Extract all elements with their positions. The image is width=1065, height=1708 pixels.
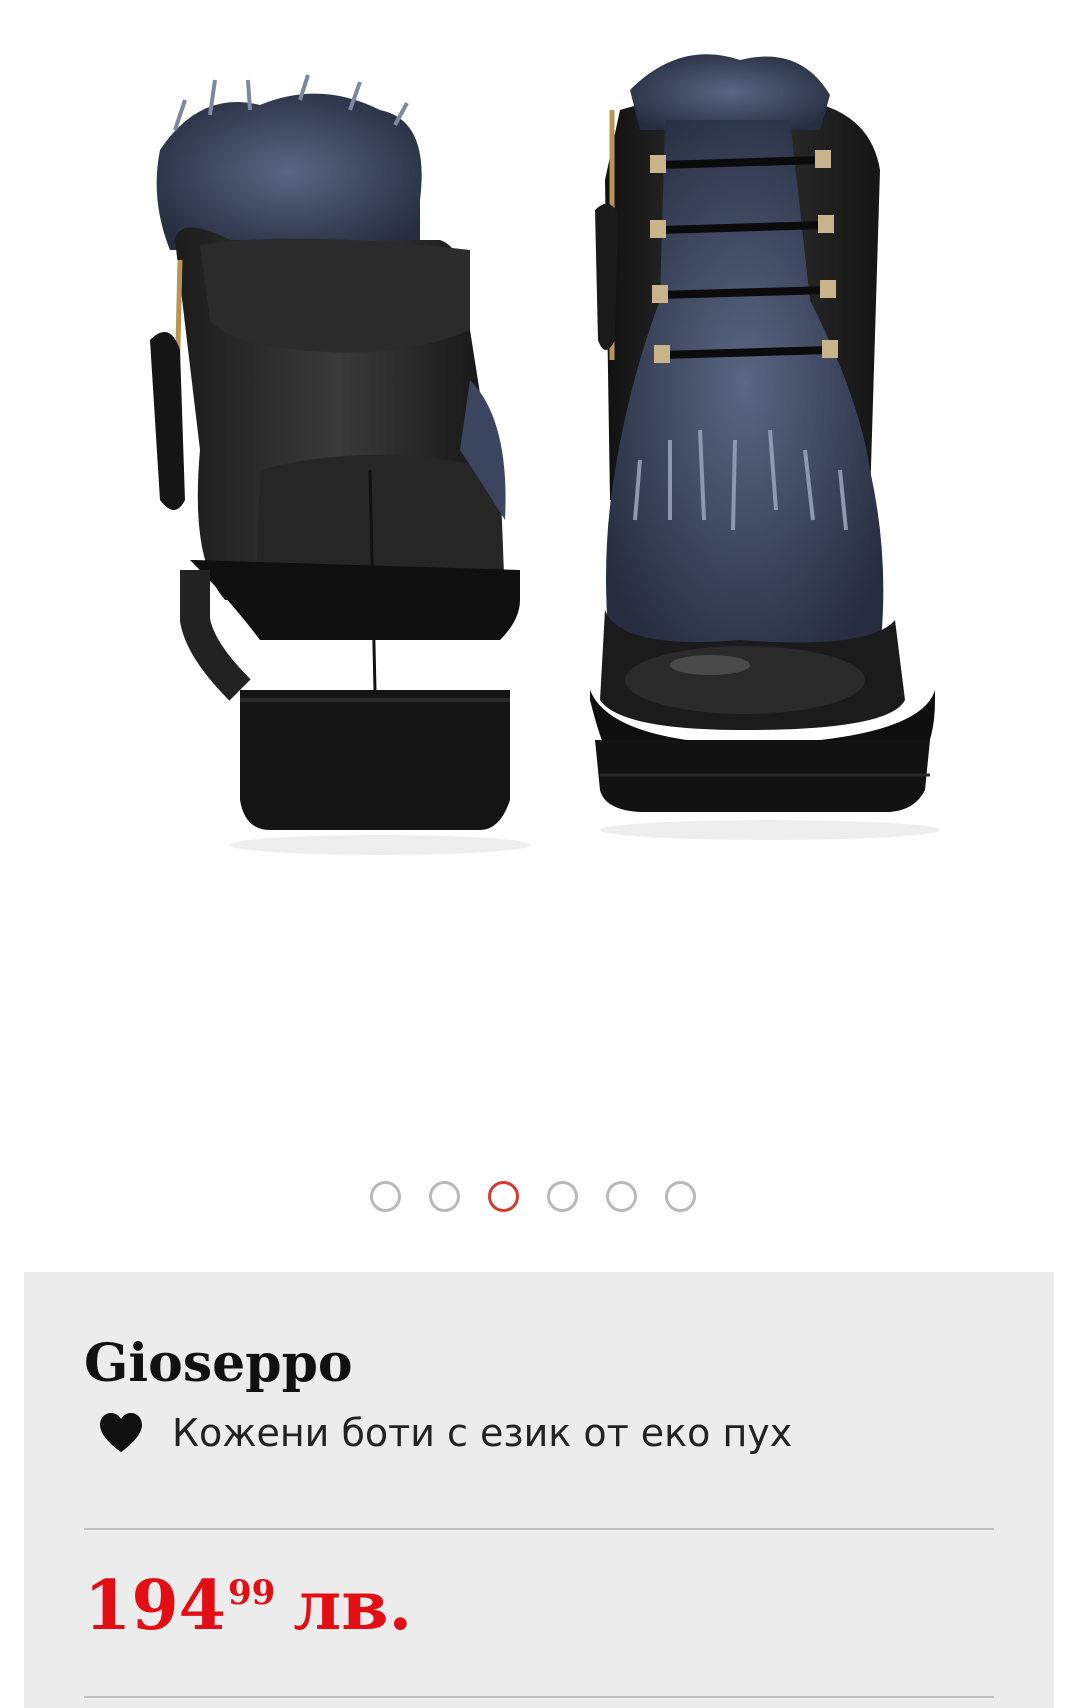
price-integer: 194 — [84, 1566, 226, 1646]
product-title-row: Кожени боти с език от еко пух — [98, 1412, 792, 1454]
brand-name[interactable]: Gioseppo — [84, 1338, 353, 1390]
pager-dot-6[interactable] — [664, 1180, 696, 1212]
divider — [84, 1528, 994, 1530]
product-page: Gioseppo Кожени боти с език от еко пух 1… — [0, 0, 1065, 1708]
left-boot — [150, 74, 520, 830]
price-currency: лв. — [293, 1566, 413, 1646]
heart-icon[interactable] — [98, 1412, 144, 1454]
pager-dot-3[interactable] — [487, 1180, 519, 1212]
pager-dot-2[interactable] — [428, 1180, 460, 1212]
divider — [84, 1696, 994, 1698]
boots-photo — [150, 54, 940, 855]
product-name: Кожени боти с език от еко пух — [172, 1411, 793, 1455]
pager-dot-5[interactable] — [605, 1180, 637, 1212]
pager-dot-1[interactable] — [369, 1180, 401, 1212]
product-image[interactable] — [0, 0, 1065, 1150]
product-price: 194 99 лв. — [84, 1572, 412, 1640]
price-decimal: 99 — [227, 1573, 276, 1613]
image-pager — [0, 1172, 1065, 1220]
right-boot — [590, 54, 935, 812]
pager-dot-4[interactable] — [546, 1180, 578, 1212]
product-info-card: Gioseppo Кожени боти с език от еко пух 1… — [24, 1272, 1054, 1708]
